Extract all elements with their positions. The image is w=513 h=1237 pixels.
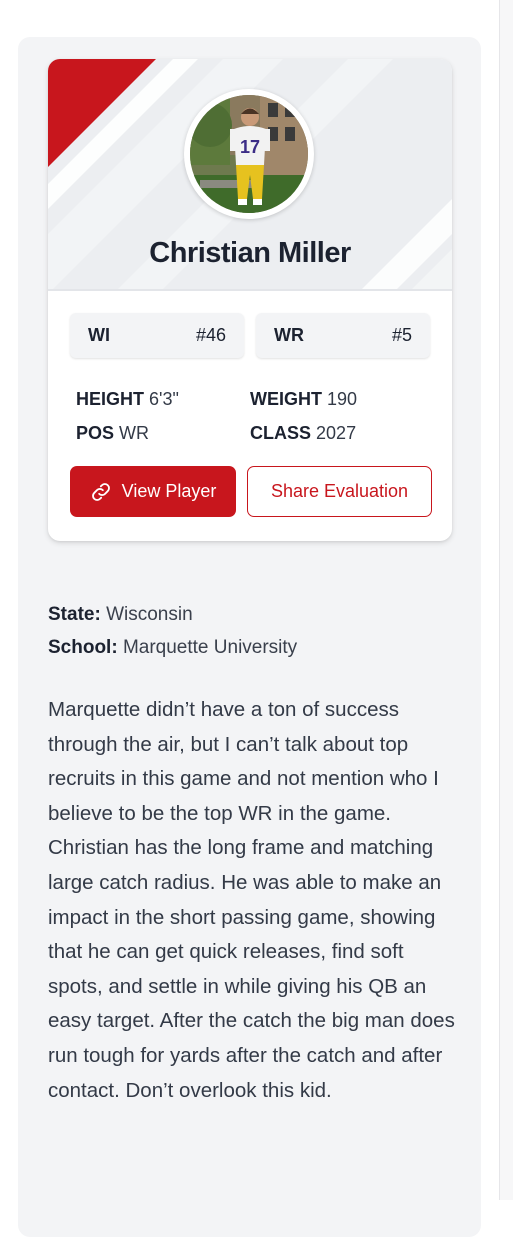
stat-pos-value: WR	[119, 423, 150, 443]
stat-height-value: 6'3"	[149, 389, 179, 409]
state-label: WI	[88, 325, 110, 345]
school-detail: School: Marquette University	[48, 631, 297, 664]
player-card: 17 Christian Miller WI #46 WR #5 HEIGHT …	[48, 59, 452, 541]
state-detail-value: Wisconsin	[106, 604, 193, 625]
stat-class: CLASS 2027	[250, 416, 356, 450]
player-avatar: 17	[184, 89, 314, 219]
view-player-label: View Player	[121, 481, 217, 501]
school-detail-key: School:	[48, 637, 118, 658]
state-detail-key: State:	[48, 604, 101, 625]
school-detail-value: Marquette University	[122, 637, 298, 658]
stat-class-key: CLASS	[250, 423, 312, 443]
player-card-header: 17 Christian Miller	[48, 59, 452, 291]
stat-weight-key: WEIGHT	[250, 389, 322, 409]
state-rank: #46	[195, 325, 226, 345]
stat-weight: WEIGHT 190	[250, 382, 357, 416]
player-photo: 17	[190, 95, 308, 213]
player-details: State: Wisconsin School: Marquette Unive…	[48, 598, 297, 664]
link-icon	[91, 482, 110, 501]
stat-height-key: HEIGHT	[76, 389, 145, 409]
stat-pos: POS WR	[76, 416, 149, 450]
stat-weight-value: 190	[327, 389, 358, 409]
evaluation-text: Marquette didn’t have a ton of success t…	[48, 698, 455, 1102]
share-evaluation-button[interactable]: Share Evaluation	[247, 466, 432, 517]
stat-pos-key: POS	[76, 423, 115, 443]
position-label: WR	[274, 325, 304, 345]
state-detail: State: Wisconsin	[48, 598, 297, 631]
position-rank: #5	[391, 325, 412, 345]
position-rank-chip: WR #5	[256, 313, 430, 358]
state-rank-chip: WI #46	[70, 313, 244, 358]
view-player-button[interactable]: View Player	[70, 466, 236, 517]
stat-class-value: 2027	[316, 423, 357, 443]
svg-text:17: 17	[240, 137, 260, 157]
scrollbar[interactable]	[499, 0, 513, 1200]
stat-height: HEIGHT 6'3"	[76, 382, 179, 416]
share-evaluation-label: Share Evaluation	[270, 481, 409, 501]
player-name: Christian Miller	[149, 237, 351, 269]
